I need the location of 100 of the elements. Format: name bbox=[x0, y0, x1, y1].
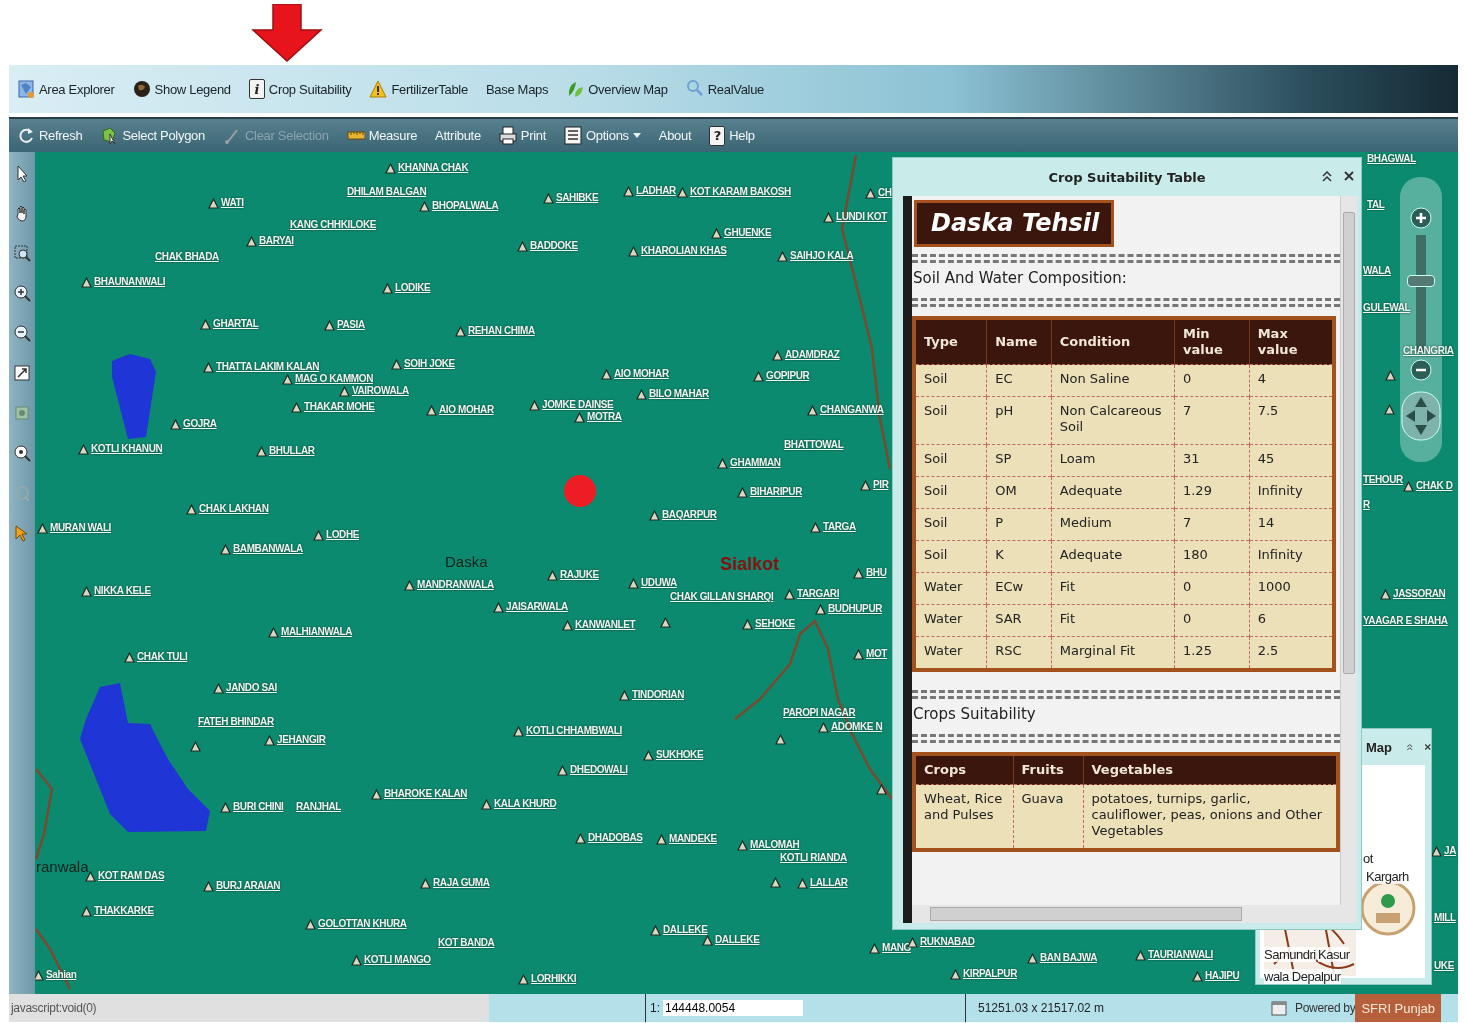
village-label: Sahian bbox=[46, 969, 77, 981]
table-cell: Infinity bbox=[1249, 476, 1334, 509]
town-label: Daska bbox=[445, 553, 488, 571]
table-cell: 31 bbox=[1174, 444, 1250, 477]
village-marker-icon bbox=[650, 924, 661, 936]
toolbar-button[interactable]: Select Polygon bbox=[98, 123, 207, 148]
village-label: CHANGANWA bbox=[820, 404, 884, 416]
village-marker-icon bbox=[220, 801, 231, 813]
toolbar-button[interactable]: About bbox=[656, 126, 694, 145]
table-cell: 2.5 bbox=[1249, 636, 1334, 670]
village-label: AIO MOHAR bbox=[439, 404, 494, 416]
village-marker-icon bbox=[78, 443, 89, 455]
village-label: BIHARIPUR bbox=[750, 486, 802, 498]
toolbar-button[interactable]: Measure bbox=[344, 123, 420, 148]
location-dot bbox=[564, 475, 596, 507]
toolbar-button[interactable]: ? Help bbox=[707, 123, 757, 148]
village-label: JAISARWALA bbox=[506, 601, 568, 613]
village-marker-icon bbox=[305, 918, 316, 930]
zoom-slider-thumb[interactable] bbox=[1407, 275, 1435, 288]
column-header: Fruits bbox=[1013, 754, 1083, 785]
toolbar-button[interactable]: FertilizerTable bbox=[367, 77, 470, 101]
table-cell: 7 bbox=[1174, 396, 1250, 445]
village-label: KOT BANDA bbox=[438, 937, 495, 949]
leaf-icon bbox=[566, 79, 585, 99]
village-label: BUDHUPUR bbox=[828, 603, 883, 615]
village-marker-icon bbox=[85, 870, 96, 882]
horizontal-scrollbar[interactable] bbox=[912, 905, 1357, 923]
table-cell: Marginal Fit bbox=[1051, 636, 1175, 670]
village-marker-icon bbox=[737, 839, 748, 851]
table-cell: 0 bbox=[1174, 604, 1250, 637]
village-marker-icon bbox=[385, 162, 396, 174]
village-marker-icon bbox=[420, 877, 431, 889]
zoom-out-icon[interactable] bbox=[13, 324, 31, 342]
village-label: TARGA bbox=[823, 521, 856, 533]
village-label: KANWANLET bbox=[575, 619, 636, 631]
village-marker-icon bbox=[371, 788, 382, 800]
toolbar-button[interactable]: Base Maps bbox=[483, 79, 551, 99]
village-label: JA bbox=[1444, 845, 1456, 857]
toolbar-button[interactable]: Refresh bbox=[15, 123, 85, 148]
zoom-in-icon[interactable] bbox=[13, 284, 31, 302]
village-label: WALA bbox=[1363, 265, 1391, 277]
table-cell: 14 bbox=[1249, 508, 1334, 541]
village-marker-icon bbox=[203, 880, 214, 892]
village-label: BHAROKE KALAN bbox=[384, 788, 468, 800]
village-label: JANDO SAI bbox=[226, 682, 277, 694]
table-cell: 4 bbox=[1249, 364, 1334, 397]
village-label: CHAK TULI bbox=[137, 651, 188, 663]
table-cell: Soil bbox=[914, 444, 987, 477]
table-cell: SP bbox=[986, 444, 1052, 477]
toolbar-button[interactable]: Show Legend bbox=[130, 77, 233, 101]
toolbar-button[interactable]: i Crop Suitability bbox=[246, 77, 354, 101]
identify-icon[interactable] bbox=[13, 444, 31, 462]
toolbar-button[interactable]: Attribute bbox=[433, 126, 483, 145]
village-marker-icon bbox=[1403, 480, 1414, 492]
close-icon[interactable] bbox=[1343, 170, 1355, 182]
toolbar-button[interactable]: RealValue bbox=[683, 77, 767, 101]
village-marker-icon bbox=[753, 370, 764, 382]
village-marker-icon bbox=[1385, 370, 1396, 381]
village-label: CHAK D bbox=[1416, 480, 1453, 492]
village-marker-icon bbox=[601, 368, 612, 380]
collapse-icon[interactable] bbox=[1321, 170, 1333, 182]
village-marker-icon bbox=[742, 618, 753, 630]
village-marker-icon bbox=[775, 734, 786, 745]
scale-field[interactable]: 144448.0054 bbox=[663, 1000, 803, 1016]
column-header: Name bbox=[986, 318, 1052, 365]
table-cell: P bbox=[986, 508, 1052, 541]
window-icon bbox=[1271, 1000, 1287, 1016]
globe-icon bbox=[132, 79, 151, 99]
table-cell: 1.29 bbox=[1174, 476, 1250, 509]
village-label: CHAK BHADA bbox=[155, 251, 219, 263]
village-marker-icon bbox=[455, 325, 466, 337]
full-extent-icon[interactable] bbox=[13, 364, 31, 382]
village-label: MOTRA bbox=[587, 411, 622, 423]
toolbar-button[interactable]: Overview Map bbox=[564, 77, 670, 101]
table-cell: OM bbox=[986, 476, 1052, 509]
vertical-scrollbar[interactable] bbox=[1340, 196, 1357, 905]
table-cell: Soil bbox=[914, 540, 987, 573]
village-label: BHAUNANWALI bbox=[94, 276, 166, 288]
table-cell: Wheat, Rice and Pulses bbox=[914, 784, 1013, 850]
pan-arrows-icon bbox=[1401, 391, 1441, 441]
toolbar-button[interactable]: Area Explorer bbox=[15, 77, 117, 101]
table-cell: ECw bbox=[986, 572, 1052, 605]
village-marker-icon bbox=[256, 445, 267, 457]
village-label: THAKKARKE bbox=[94, 905, 154, 917]
zoom-box-icon[interactable] bbox=[13, 244, 31, 262]
village-marker-icon bbox=[702, 934, 713, 946]
table-cell: 1.25 bbox=[1174, 636, 1250, 670]
table-cell: 45 bbox=[1249, 444, 1334, 477]
village-label: BILO MAHAR bbox=[649, 388, 709, 400]
brand-logo: SFRI Punjab bbox=[1355, 994, 1442, 1022]
toolbar-button[interactable]: Options bbox=[562, 123, 643, 148]
village-marker-icon bbox=[649, 509, 660, 521]
table-cell: 180 bbox=[1174, 540, 1250, 573]
zoom-out-icon bbox=[1410, 359, 1432, 381]
village-marker-icon bbox=[865, 187, 876, 199]
table-cell: Water bbox=[914, 604, 987, 637]
table-cell: 7 bbox=[1174, 508, 1250, 541]
table-cell: 1000 bbox=[1249, 572, 1334, 605]
village-label: MANG bbox=[882, 942, 911, 954]
toolbar-button[interactable]: Print bbox=[496, 123, 549, 148]
